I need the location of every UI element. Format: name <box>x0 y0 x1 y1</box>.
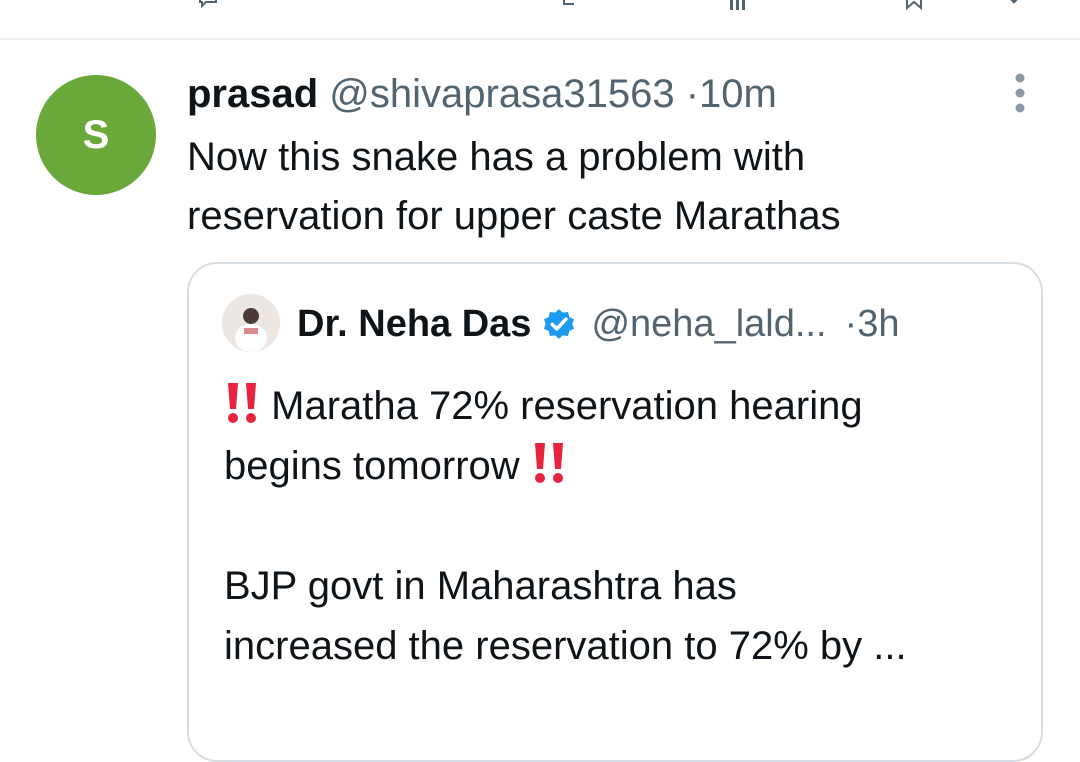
quoted-handle[interactable]: @neha_lald... <box>591 297 826 351</box>
more-vertical-icon[interactable] <box>1006 72 1034 116</box>
quoted-text-line: Maratha 72% reservation hearing <box>224 376 1024 436</box>
quoted-header: Dr. Neha Das @neha_lald... · 3h <box>297 297 899 351</box>
quoted-avatar[interactable] <box>222 294 280 352</box>
quoted-text: Maratha 72% reservation hearing begins t… <box>224 376 1024 676</box>
tweet-action-bar <box>0 0 1080 40</box>
quoted-text-line: increased the reservation to 72% by ... <box>224 624 907 668</box>
reply-icon[interactable] <box>196 0 220 10</box>
quoted-text-segment: Maratha 72% reservation hearing <box>271 384 863 428</box>
avatar[interactable]: S <box>36 75 156 195</box>
tweet-text: Now this snake has a problem with reserv… <box>187 128 1027 246</box>
quoted-separator: · <box>844 303 858 345</box>
quoted-text-line: BJP govt in Maharashtra has <box>224 564 737 608</box>
quoted-tweet[interactable]: Dr. Neha Das @neha_lald... · 3h Maratha 7… <box>187 262 1043 762</box>
bookmark-icon[interactable] <box>902 0 926 10</box>
quoted-text-line: begins tomorrow <box>224 436 1024 496</box>
tweet-time[interactable]: 10m <box>699 72 777 116</box>
quoted-text-segment: begins tomorrow <box>224 444 520 488</box>
header-separator: · <box>685 72 700 116</box>
double-exclamation-icon <box>228 383 256 423</box>
avatar-letter: S <box>82 112 110 157</box>
retweet-icon[interactable] <box>556 0 580 10</box>
tweet-text-line: Now this snake has a problem with <box>187 135 806 179</box>
views-icon[interactable] <box>726 0 750 10</box>
profile-photo-icon <box>222 294 280 352</box>
share-icon[interactable] <box>1002 0 1026 10</box>
double-exclamation-icon <box>534 443 563 483</box>
display-name[interactable]: prasad <box>187 72 318 116</box>
tweet-text-line: reservation for upper caste Marathas <box>187 194 841 238</box>
tweet-header: prasad @shivaprasa31563 ·10m <box>187 68 777 120</box>
user-handle[interactable]: @shivaprasa31563 <box>329 72 674 116</box>
verified-badge-icon <box>544 309 575 339</box>
quoted-display-name[interactable]: Dr. Neha Das <box>297 297 531 351</box>
quoted-time[interactable]: 3h <box>857 297 899 351</box>
tweet[interactable]: S prasad @shivaprasa31563 ·10m Now this … <box>0 40 1080 762</box>
